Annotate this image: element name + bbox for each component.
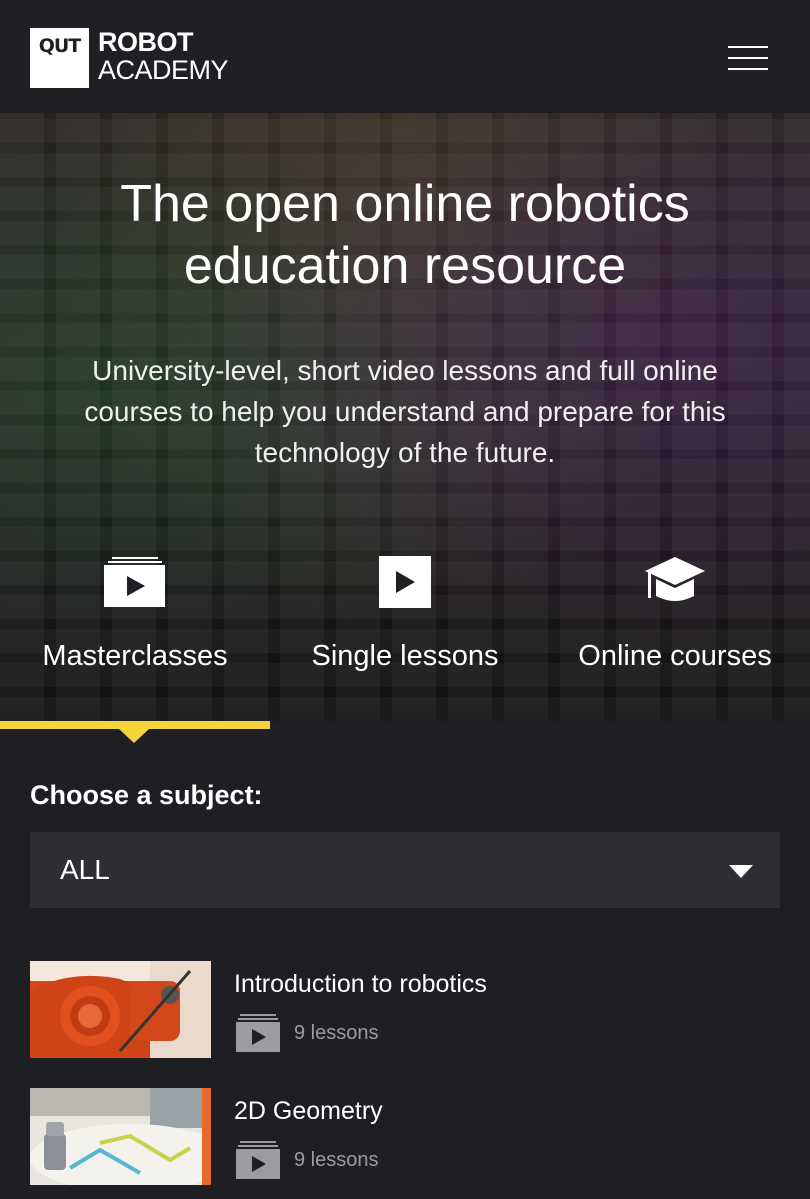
active-tab-pointer — [119, 729, 149, 743]
choose-subject-label: Choose a subject: — [30, 780, 263, 810]
course-title[interactable]: 2D Geometry — [234, 1097, 383, 1126]
category-label: Masterclasses — [42, 640, 228, 672]
chevron-down-icon — [729, 865, 753, 878]
subject-select[interactable]: ALL — [30, 832, 780, 908]
hamburger-menu-icon[interactable] — [728, 43, 770, 73]
category-label: Single lessons — [311, 640, 499, 672]
active-tab-underline — [0, 721, 270, 729]
play-icon — [379, 556, 431, 608]
logo-robot-text: ROBOT — [98, 27, 194, 57]
course-item-2d-geometry[interactable]: 2D Geometry 9 lessons — [30, 1088, 780, 1186]
lesson-count: 9 lessons — [294, 1148, 379, 1171]
qut-logo-mark: QUT — [30, 28, 89, 88]
course-thumbnail[interactable] — [30, 961, 211, 1058]
site-header: QUT ROBOT ACADEMY — [0, 0, 810, 113]
course-meta: 9 lessons — [236, 1140, 379, 1180]
course-title[interactable]: Introduction to robotics — [234, 970, 487, 999]
course-item-introduction-to-robotics[interactable]: Introduction to robotics 9 lessons — [30, 961, 780, 1059]
logo-academy-text: ACADEMY — [98, 55, 229, 85]
hero-subtitle: University-level, short video lessons an… — [84, 355, 726, 468]
qut-robot-academy-logo[interactable]: QUT ROBOT ACADEMY — [30, 27, 229, 88]
lesson-count: 9 lessons — [294, 1021, 379, 1044]
stacked-play-icon — [236, 1014, 280, 1052]
stacked-play-icon — [236, 1141, 280, 1179]
graduation-cap-icon — [645, 557, 705, 601]
category-online-courses[interactable]: Online courses — [540, 556, 810, 686]
subject-select-value: ALL — [60, 854, 110, 885]
category-label: Online courses — [578, 640, 772, 672]
hero-title: The open online robotics education resou… — [120, 175, 690, 295]
stacked-play-icon — [104, 557, 165, 607]
logo-wordmark: ROBOT ACADEMY — [98, 27, 229, 88]
hero-banner: The open online robotics education resou… — [0, 113, 810, 721]
category-single-lessons[interactable]: Single lessons — [270, 556, 540, 686]
category-tab-indicator — [0, 721, 810, 743]
course-meta: 9 lessons — [236, 1013, 379, 1053]
course-thumbnail[interactable] — [30, 1088, 211, 1185]
category-masterclasses[interactable]: Masterclasses — [0, 556, 270, 686]
